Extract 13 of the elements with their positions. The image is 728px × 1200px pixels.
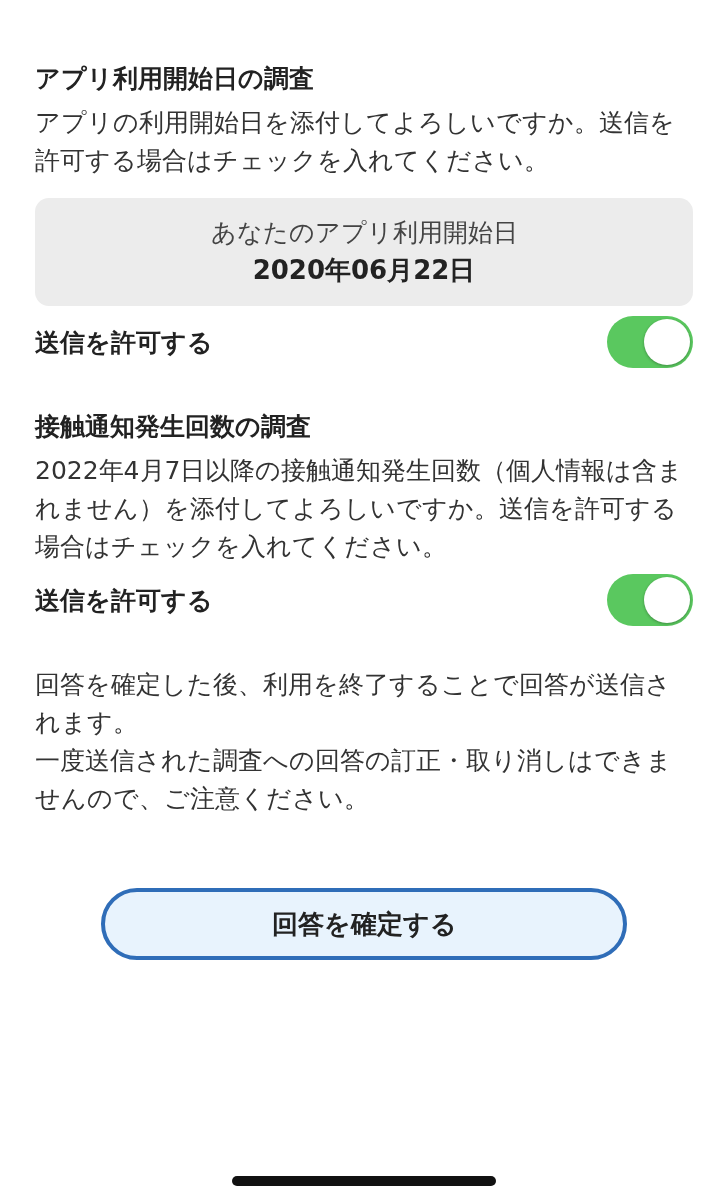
section-description: 2022年4月7日以降の接触通知発生回数（個人情報は含まれません）を添付してよろしいですか。送信を許可する場合はチェックを入れてください。 [35, 455, 685, 563]
toggle-switch[interactable] [607, 574, 693, 626]
notice-text: 一度送信された調査への回答の訂正・取り消しはできませんので、ご注意ください。 [35, 745, 673, 815]
section-title: 接触通知発生回数の調査 [35, 411, 312, 443]
section-description: アプリの利用開始日を添付してよろしいですか。送信を許可する場合はチェックを入れてください。 [35, 107, 676, 177]
notice-text: 回答を確定した後、利用を終了することで回答が送信されます。 [35, 669, 672, 739]
toggle-label: 送信を許可する [35, 584, 213, 617]
card-value: 2020年06月22日 [252, 254, 476, 287]
confirm-button[interactable]: 回答を確定する [101, 888, 627, 960]
card-label: あなたのアプリ利用開始日 [210, 217, 518, 249]
toggle-switch[interactable] [607, 316, 693, 368]
toggle-label: 送信を許可する [35, 326, 213, 359]
section-title: アプリ利用開始日の調査 [35, 63, 315, 95]
